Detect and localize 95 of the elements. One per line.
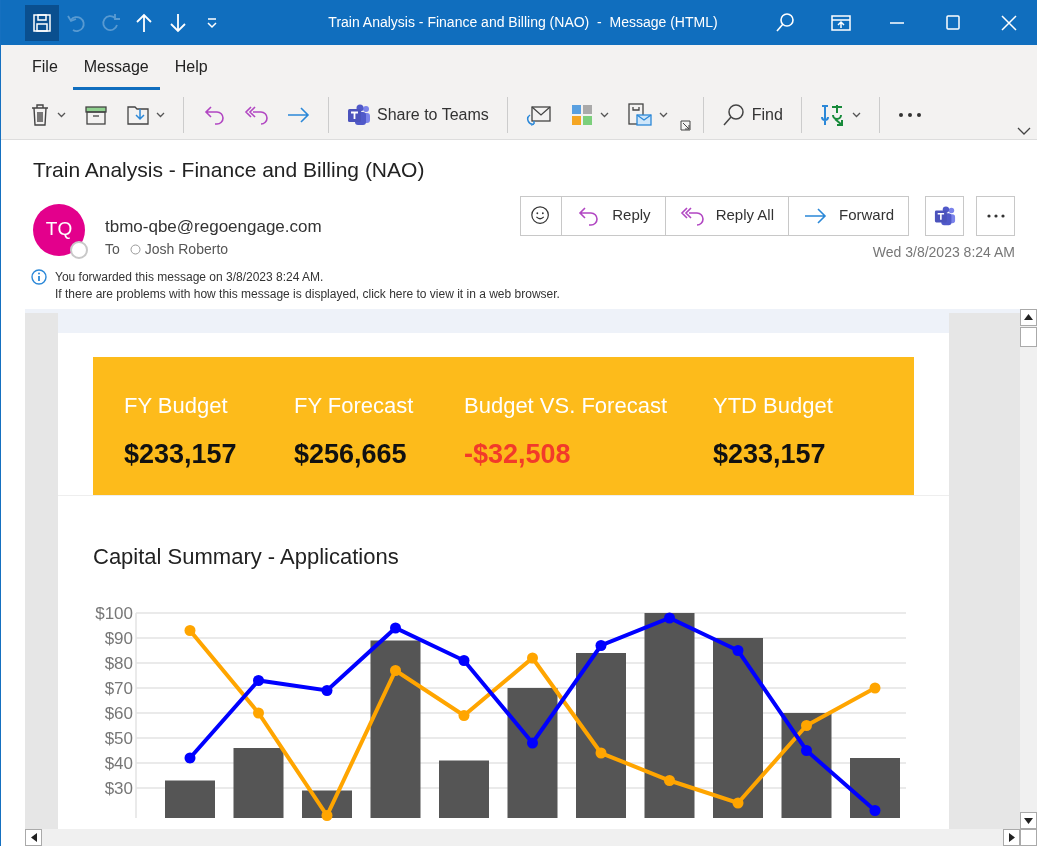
data-point <box>253 707 264 718</box>
data-point <box>527 652 538 663</box>
data-point <box>664 774 675 786</box>
teams-icon <box>933 204 956 227</box>
mail-rule-icon <box>626 101 653 128</box>
vertical-scrollbar[interactable] <box>1020 308 1037 829</box>
redo-icon <box>99 11 121 34</box>
bar <box>439 760 489 818</box>
y-axis-label: $70 <box>104 678 133 698</box>
presence-circle-icon <box>129 244 141 255</box>
recipient-name: Josh Roberto <box>144 240 229 259</box>
data-point <box>869 682 881 693</box>
metric-value: $233,157 <box>713 437 827 471</box>
data-point <box>732 797 744 808</box>
up-triangle-icon <box>1024 314 1033 320</box>
data-point <box>732 644 744 656</box>
data-point <box>801 719 812 731</box>
find-button[interactable]: Find <box>715 98 789 131</box>
to-label: To <box>105 240 120 259</box>
save-button[interactable] <box>25 4 59 41</box>
caret-icon <box>57 111 66 118</box>
trash-icon <box>29 102 51 127</box>
save-icon <box>31 11 53 34</box>
left-triangle-icon <box>30 833 37 842</box>
data-point <box>321 684 333 696</box>
data-point <box>664 612 675 623</box>
section-title: Capital Summary - Applications <box>93 542 400 571</box>
metric-value: $256,665 <box>294 437 408 471</box>
y-axis-label: $80 <box>104 653 133 673</box>
y-axis-label: $40 <box>104 753 133 773</box>
data-point <box>184 752 196 763</box>
horizontal-scrollbar[interactable] <box>25 829 1037 846</box>
y-axis-label: $30 <box>104 778 133 798</box>
y-axis-label: $90 <box>104 628 133 648</box>
y-axis-label: $50 <box>104 728 133 748</box>
forwarded-notice: You forwarded this message on 3/8/2023 8:24 AM. <box>55 268 325 286</box>
data-point <box>527 737 538 748</box>
message-date: Wed 3/8/2023 8:24 AM <box>872 242 1015 262</box>
window-title: Train Analysis - Finance and Billing (NAO) - Message (HTML) <box>327 13 719 32</box>
down-triangle-icon <box>1024 817 1033 824</box>
teams-button[interactable] <box>925 195 964 236</box>
metric-label: FY Budget <box>124 391 229 420</box>
y-axis-label: $100 <box>95 603 133 623</box>
down-arrow-icon <box>167 11 189 34</box>
scrollbar-thumb[interactable] <box>1020 326 1037 347</box>
browser-view-notice[interactable]: If there are problems with how this message is displayed, click here to view it in a web browser. <box>55 285 560 303</box>
data-point <box>390 664 401 676</box>
more-icon <box>986 213 1005 218</box>
message-subject: Train Analysis - Finance and Billing (NAO) <box>33 157 426 183</box>
data-point <box>458 709 470 721</box>
right-triangle-icon <box>1008 833 1015 842</box>
scroll-left-button[interactable] <box>25 829 42 846</box>
data-point <box>458 654 470 666</box>
sender-address: tbmo-qbe@regoengage.com <box>105 215 322 238</box>
info-icon <box>31 269 47 286</box>
share-to-teams-button[interactable]: Share to Teams <box>341 98 495 131</box>
metric-label: FY Forecast <box>294 391 415 420</box>
metric-label: Budget VS. Forecast <box>464 391 668 420</box>
metric-value: -$32,508 <box>464 437 572 471</box>
data-point <box>595 639 607 651</box>
scrollbar-corner <box>1020 829 1037 846</box>
data-point <box>801 744 812 756</box>
scroll-right-button[interactable] <box>1003 829 1020 846</box>
more-icon <box>897 111 922 118</box>
caret-icon <box>658 111 668 118</box>
menu-tab[interactable]: Help <box>163 49 219 90</box>
search-icon <box>721 102 746 127</box>
presence-status-icon <box>70 240 88 259</box>
y-axis-label: $60 <box>104 703 133 723</box>
dialog-launcher-icon <box>679 120 691 132</box>
data-point <box>253 674 264 686</box>
data-point <box>390 622 401 633</box>
bar <box>850 757 900 818</box>
minimize-icon <box>890 21 904 24</box>
caret-icon <box>599 111 609 118</box>
data-point <box>869 804 881 816</box>
avatar-initials: TQ <box>45 217 73 242</box>
translate-icon <box>819 102 846 127</box>
data-point <box>184 624 196 636</box>
data-point <box>595 747 607 758</box>
chevron-down-icon <box>1017 127 1031 135</box>
bar <box>165 780 215 818</box>
menu-tab[interactable]: File <box>21 49 69 90</box>
metric-label: YTD Budget <box>713 391 834 420</box>
search-icon <box>774 11 796 34</box>
caret-icon <box>851 111 861 118</box>
scroll-up-button[interactable] <box>1020 308 1037 326</box>
grid-icon <box>569 102 594 127</box>
teams-icon <box>347 102 371 127</box>
bar <box>233 747 284 818</box>
metric-value: $233,157 <box>124 437 238 471</box>
data-point <box>321 809 333 821</box>
caret-icon <box>156 111 165 118</box>
scroll-down-button[interactable] <box>1020 812 1037 829</box>
archive-icon <box>84 103 108 126</box>
